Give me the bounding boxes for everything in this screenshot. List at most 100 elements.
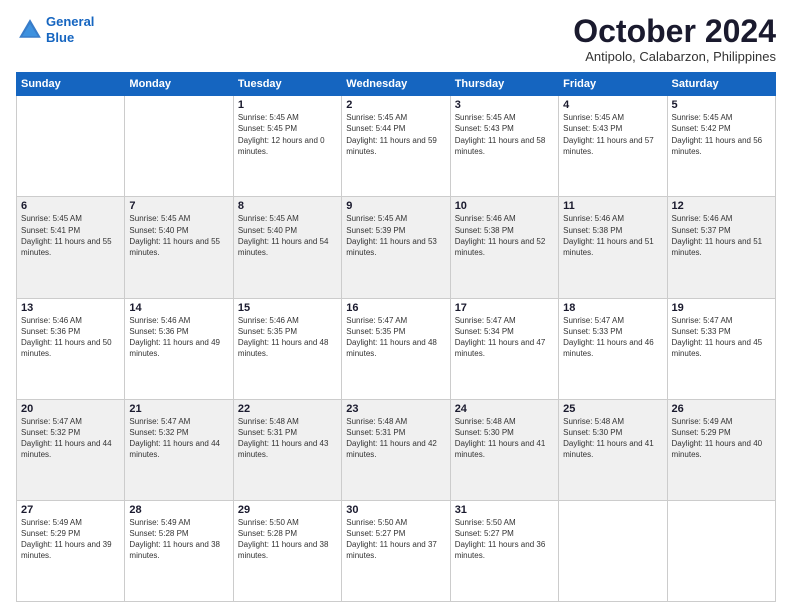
subtitle: Antipolo, Calabarzon, Philippines	[573, 49, 776, 64]
day-info: Sunrise: 5:47 AM Sunset: 5:34 PM Dayligh…	[455, 315, 554, 360]
table-row: 1Sunrise: 5:45 AM Sunset: 5:45 PM Daylig…	[233, 96, 341, 197]
day-number: 26	[672, 403, 771, 415]
table-row: 4Sunrise: 5:45 AM Sunset: 5:43 PM Daylig…	[559, 96, 667, 197]
table-row: 16Sunrise: 5:47 AM Sunset: 5:35 PM Dayli…	[342, 298, 450, 399]
day-number: 12	[672, 200, 771, 212]
table-row: 26Sunrise: 5:49 AM Sunset: 5:29 PM Dayli…	[667, 399, 775, 500]
table-row: 29Sunrise: 5:50 AM Sunset: 5:28 PM Dayli…	[233, 500, 341, 601]
table-row: 7Sunrise: 5:45 AM Sunset: 5:40 PM Daylig…	[125, 197, 233, 298]
day-info: Sunrise: 5:45 AM Sunset: 5:44 PM Dayligh…	[346, 112, 445, 157]
table-row: 31Sunrise: 5:50 AM Sunset: 5:27 PM Dayli…	[450, 500, 558, 601]
table-row: 18Sunrise: 5:47 AM Sunset: 5:33 PM Dayli…	[559, 298, 667, 399]
day-number: 17	[455, 302, 554, 314]
calendar-week-row: 6Sunrise: 5:45 AM Sunset: 5:41 PM Daylig…	[17, 197, 776, 298]
col-saturday: Saturday	[667, 73, 775, 96]
day-number: 3	[455, 99, 554, 111]
calendar-week-row: 1Sunrise: 5:45 AM Sunset: 5:45 PM Daylig…	[17, 96, 776, 197]
table-row: 30Sunrise: 5:50 AM Sunset: 5:27 PM Dayli…	[342, 500, 450, 601]
day-number: 20	[21, 403, 120, 415]
logo-icon	[16, 16, 44, 44]
calendar-week-row: 20Sunrise: 5:47 AM Sunset: 5:32 PM Dayli…	[17, 399, 776, 500]
day-number: 24	[455, 403, 554, 415]
col-friday: Friday	[559, 73, 667, 96]
day-number: 10	[455, 200, 554, 212]
table-row	[17, 96, 125, 197]
logo-line2: Blue	[46, 30, 74, 45]
day-info: Sunrise: 5:49 AM Sunset: 5:29 PM Dayligh…	[672, 416, 771, 461]
day-info: Sunrise: 5:47 AM Sunset: 5:32 PM Dayligh…	[21, 416, 120, 461]
table-row: 24Sunrise: 5:48 AM Sunset: 5:30 PM Dayli…	[450, 399, 558, 500]
table-row: 10Sunrise: 5:46 AM Sunset: 5:38 PM Dayli…	[450, 197, 558, 298]
day-info: Sunrise: 5:48 AM Sunset: 5:30 PM Dayligh…	[455, 416, 554, 461]
day-info: Sunrise: 5:45 AM Sunset: 5:41 PM Dayligh…	[21, 213, 120, 258]
calendar-table: Sunday Monday Tuesday Wednesday Thursday…	[16, 72, 776, 602]
day-info: Sunrise: 5:45 AM Sunset: 5:39 PM Dayligh…	[346, 213, 445, 258]
table-row: 25Sunrise: 5:48 AM Sunset: 5:30 PM Dayli…	[559, 399, 667, 500]
table-row: 3Sunrise: 5:45 AM Sunset: 5:43 PM Daylig…	[450, 96, 558, 197]
table-row: 8Sunrise: 5:45 AM Sunset: 5:40 PM Daylig…	[233, 197, 341, 298]
day-info: Sunrise: 5:46 AM Sunset: 5:38 PM Dayligh…	[563, 213, 662, 258]
table-row: 20Sunrise: 5:47 AM Sunset: 5:32 PM Dayli…	[17, 399, 125, 500]
day-info: Sunrise: 5:49 AM Sunset: 5:29 PM Dayligh…	[21, 517, 120, 562]
col-sunday: Sunday	[17, 73, 125, 96]
table-row: 15Sunrise: 5:46 AM Sunset: 5:35 PM Dayli…	[233, 298, 341, 399]
logo: General Blue	[16, 14, 94, 45]
table-row: 14Sunrise: 5:46 AM Sunset: 5:36 PM Dayli…	[125, 298, 233, 399]
day-number: 18	[563, 302, 662, 314]
col-thursday: Thursday	[450, 73, 558, 96]
day-info: Sunrise: 5:46 AM Sunset: 5:35 PM Dayligh…	[238, 315, 337, 360]
day-number: 22	[238, 403, 337, 415]
table-row	[559, 500, 667, 601]
day-info: Sunrise: 5:45 AM Sunset: 5:43 PM Dayligh…	[455, 112, 554, 157]
day-number: 30	[346, 504, 445, 516]
day-info: Sunrise: 5:50 AM Sunset: 5:28 PM Dayligh…	[238, 517, 337, 562]
day-number: 6	[21, 200, 120, 212]
day-number: 19	[672, 302, 771, 314]
day-info: Sunrise: 5:49 AM Sunset: 5:28 PM Dayligh…	[129, 517, 228, 562]
day-number: 29	[238, 504, 337, 516]
day-number: 9	[346, 200, 445, 212]
table-row: 9Sunrise: 5:45 AM Sunset: 5:39 PM Daylig…	[342, 197, 450, 298]
day-number: 15	[238, 302, 337, 314]
table-row: 19Sunrise: 5:47 AM Sunset: 5:33 PM Dayli…	[667, 298, 775, 399]
day-number: 31	[455, 504, 554, 516]
table-row: 6Sunrise: 5:45 AM Sunset: 5:41 PM Daylig…	[17, 197, 125, 298]
day-info: Sunrise: 5:48 AM Sunset: 5:31 PM Dayligh…	[346, 416, 445, 461]
header: General Blue October 2024 Antipolo, Cala…	[16, 14, 776, 64]
day-number: 16	[346, 302, 445, 314]
day-info: Sunrise: 5:48 AM Sunset: 5:30 PM Dayligh…	[563, 416, 662, 461]
calendar-week-row: 27Sunrise: 5:49 AM Sunset: 5:29 PM Dayli…	[17, 500, 776, 601]
logo-line1: General	[46, 14, 94, 29]
day-info: Sunrise: 5:47 AM Sunset: 5:32 PM Dayligh…	[129, 416, 228, 461]
table-row: 28Sunrise: 5:49 AM Sunset: 5:28 PM Dayli…	[125, 500, 233, 601]
table-row	[125, 96, 233, 197]
table-row: 12Sunrise: 5:46 AM Sunset: 5:37 PM Dayli…	[667, 197, 775, 298]
day-number: 28	[129, 504, 228, 516]
day-info: Sunrise: 5:50 AM Sunset: 5:27 PM Dayligh…	[455, 517, 554, 562]
day-info: Sunrise: 5:46 AM Sunset: 5:36 PM Dayligh…	[129, 315, 228, 360]
header-row: Sunday Monday Tuesday Wednesday Thursday…	[17, 73, 776, 96]
day-number: 13	[21, 302, 120, 314]
day-number: 21	[129, 403, 228, 415]
day-number: 23	[346, 403, 445, 415]
calendar-week-row: 13 Sunrise: 5:46 AM Sunset: 5:36 PM Dayli…	[17, 298, 776, 399]
day-number: 2	[346, 99, 445, 111]
day-info: Sunrise: 5:46 AM Sunset: 5:38 PM Dayligh…	[455, 213, 554, 258]
col-monday: Monday	[125, 73, 233, 96]
day-number: 8	[238, 200, 337, 212]
day-info: Sunrise: 5:47 AM Sunset: 5:33 PM Dayligh…	[672, 315, 771, 360]
day-number: 14	[129, 302, 228, 314]
table-row: 13Sunrise: 5:46 AM Sunset: 5:36 PM Dayli…	[17, 298, 125, 399]
table-row	[667, 500, 775, 601]
table-row: 11Sunrise: 5:46 AM Sunset: 5:38 PM Dayli…	[559, 197, 667, 298]
day-info: Sunrise: 5:45 AM Sunset: 5:40 PM Dayligh…	[129, 213, 228, 258]
day-number: 4	[563, 99, 662, 111]
table-row: 2Sunrise: 5:45 AM Sunset: 5:44 PM Daylig…	[342, 96, 450, 197]
day-info: Sunrise: 5:45 AM Sunset: 5:40 PM Dayligh…	[238, 213, 337, 258]
table-row: 5Sunrise: 5:45 AM Sunset: 5:42 PM Daylig…	[667, 96, 775, 197]
month-title: October 2024	[573, 14, 776, 49]
page: General Blue October 2024 Antipolo, Cala…	[0, 0, 792, 612]
day-info: Sunrise: 5:47 AM Sunset: 5:33 PM Dayligh…	[563, 315, 662, 360]
day-number: 5	[672, 99, 771, 111]
col-tuesday: Tuesday	[233, 73, 341, 96]
